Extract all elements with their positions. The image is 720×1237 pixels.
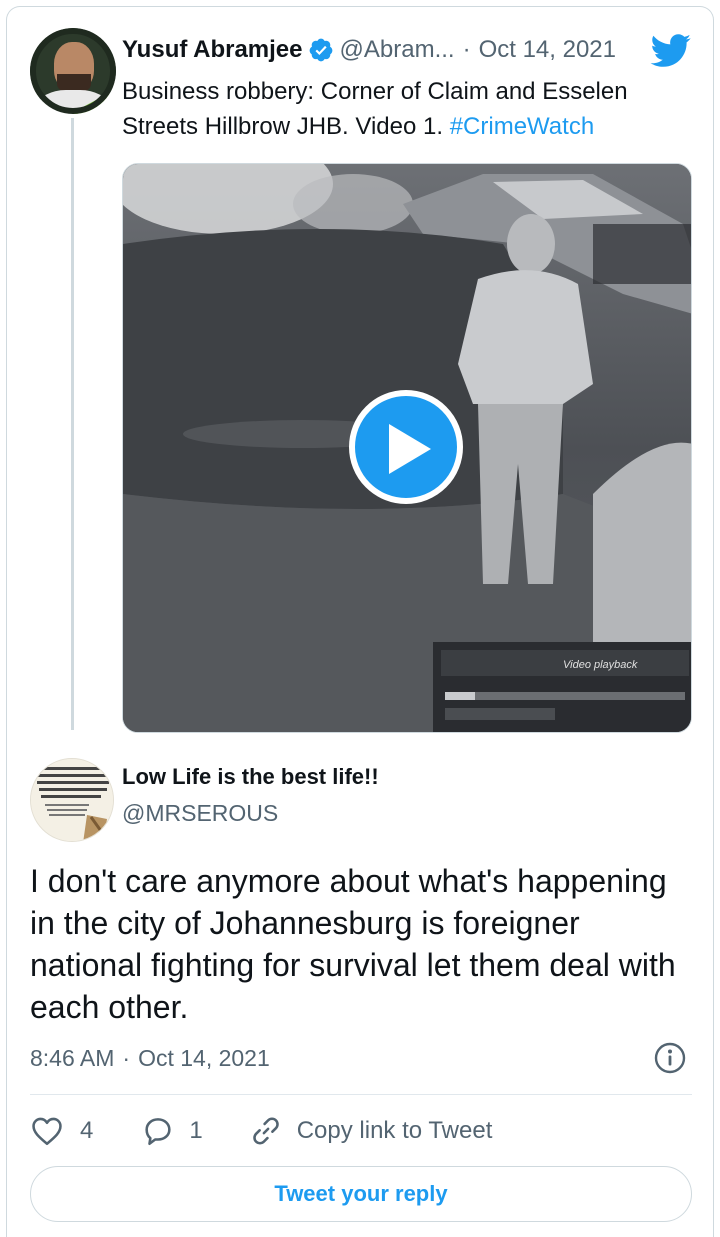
like-count: 4 bbox=[80, 1117, 94, 1144]
playback-overlay-label: Video playback bbox=[563, 659, 638, 671]
comment-icon bbox=[145, 1118, 171, 1146]
reply-tweet-text: I don't care anymore about what's happen… bbox=[30, 863, 676, 1025]
video-thumbnail[interactable]: Video playback bbox=[122, 163, 692, 733]
parent-tweet-header: Yusuf Abramjee @Abram... · Oct 14, 2021 bbox=[122, 34, 616, 66]
reply-button-label: Tweet your reply bbox=[274, 1181, 448, 1206]
tweet-date[interactable]: Oct 14, 2021 bbox=[138, 1045, 270, 1072]
author-handle[interactable]: @Abram... bbox=[340, 36, 455, 64]
quote-image bbox=[31, 759, 113, 841]
tweet-actions: 4 1 Copy link to Tweet bbox=[30, 1112, 492, 1150]
twitter-bird-icon[interactable] bbox=[650, 34, 692, 68]
play-icon bbox=[389, 424, 431, 474]
author-name[interactable]: Yusuf Abramjee bbox=[122, 36, 303, 64]
reply-count: 1 bbox=[189, 1117, 203, 1144]
reply-author-handle[interactable]: @MRSEROUS bbox=[122, 800, 278, 827]
header-separator: · bbox=[462, 36, 471, 63]
reply-author-avatar[interactable] bbox=[30, 758, 114, 842]
info-icon[interactable] bbox=[654, 1042, 686, 1074]
like-button[interactable]: 4 bbox=[30, 1114, 93, 1148]
reply-button[interactable]: 1 bbox=[141, 1114, 203, 1148]
divider bbox=[30, 1094, 692, 1095]
meta-separator: · bbox=[122, 1044, 131, 1071]
avatar-ring bbox=[30, 28, 116, 114]
copy-link-button[interactable]: Copy link to Tweet bbox=[249, 1114, 493, 1148]
heart-icon bbox=[32, 1117, 62, 1146]
tweet-date[interactable]: Oct 14, 2021 bbox=[479, 36, 616, 64]
author-avatar[interactable] bbox=[30, 28, 116, 114]
reply-tweet-meta: 8:46 AM · Oct 14, 2021 bbox=[30, 1043, 270, 1073]
tweet-your-reply-button[interactable]: Tweet your reply bbox=[30, 1166, 692, 1222]
parent-tweet-text: Business robbery: Corner of Claim and Es… bbox=[122, 74, 682, 144]
play-button[interactable] bbox=[349, 390, 463, 504]
link-icon bbox=[252, 1117, 279, 1145]
verified-badge-icon bbox=[309, 38, 332, 62]
reply-author-name[interactable]: Low Life is the best life!! bbox=[122, 764, 379, 790]
tweet-time[interactable]: 8:46 AM bbox=[30, 1045, 114, 1072]
copy-link-label: Copy link to Tweet bbox=[296, 1117, 493, 1144]
hashtag-link[interactable]: #CrimeWatch bbox=[450, 113, 594, 140]
thread-connector-line bbox=[71, 118, 74, 730]
